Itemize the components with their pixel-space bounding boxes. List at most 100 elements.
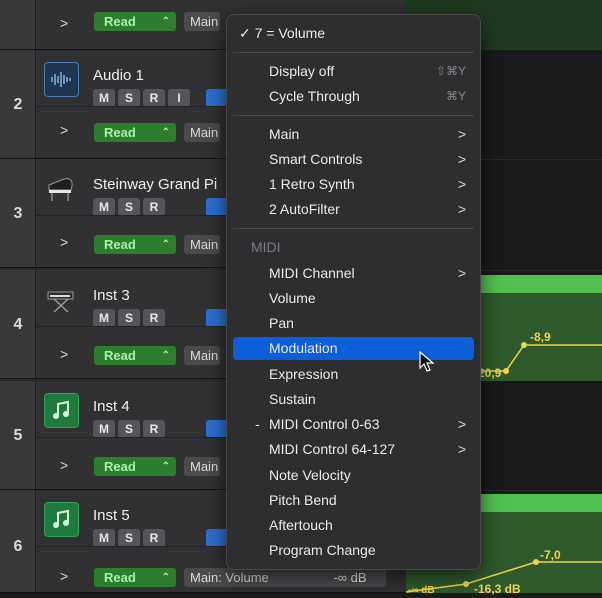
shortcut: ⇧⌘Y	[435, 64, 466, 78]
automation-parameter-menu: ✓ 7 = Volume Display off ⇧⌘Y Cycle Throug…	[226, 14, 481, 570]
chevron-updown-icon: ⌃	[161, 461, 170, 472]
chevron-right-icon: >	[457, 151, 466, 167]
track-number: 5	[0, 381, 36, 489]
menu-item-pitch-bend[interactable]: Pitch Bend	[233, 489, 474, 512]
automation-param-select[interactable]: Main	[184, 346, 220, 365]
menu-item-program-change[interactable]: Program Change	[233, 539, 474, 562]
record-button[interactable]: R	[143, 198, 165, 216]
chevron-right-icon: >	[457, 441, 466, 457]
menu-item-midi-channel[interactable]: MIDI Channel >	[233, 262, 474, 285]
menu-item-smart-controls[interactable]: Smart Controls >	[233, 148, 474, 171]
menu-item-sustain[interactable]: Sustain	[233, 388, 474, 411]
record-button[interactable]: R	[143, 89, 165, 107]
disclosure-arrow-icon[interactable]: >	[60, 15, 68, 31]
menu-item-cycle-through[interactable]: Cycle Through ⌘Y	[233, 85, 474, 108]
track-name[interactable]: Inst 3	[93, 287, 130, 304]
automation-param-select[interactable]: Main	[184, 235, 220, 254]
automation-param-select[interactable]: Main: Volume⌃	[184, 568, 332, 587]
chevron-updown-icon: ⌃	[161, 239, 170, 250]
automation-value-field[interactable]: -∞ dB	[314, 568, 386, 587]
chevron-right-icon: >	[457, 176, 466, 192]
automation-param-select[interactable]: Main	[184, 123, 220, 142]
automation-mode-select[interactable]: Read ⌃	[94, 235, 176, 254]
record-button[interactable]: R	[143, 420, 165, 438]
disclosure-arrow-icon[interactable]: >	[60, 346, 68, 362]
menu-item-retro-synth[interactable]: 1 Retro Synth >	[233, 173, 474, 196]
track-name[interactable]: Audio 1	[93, 67, 144, 84]
automation-mode-select[interactable]: Read ⌃	[94, 346, 176, 365]
synth-keyboard-icon	[44, 282, 77, 315]
automation-value-label: -8,9	[530, 330, 551, 344]
disclosure-arrow-icon[interactable]: >	[60, 234, 68, 250]
automation-mode-select[interactable]: Read ⌃	[94, 568, 176, 587]
track-name[interactable]: Inst 4	[93, 398, 130, 415]
automation-node[interactable]	[521, 342, 527, 348]
menu-item-current[interactable]: ✓ 7 = Volume	[233, 22, 474, 45]
music-note-icon	[44, 502, 79, 537]
shortcut: ⌘Y	[445, 89, 466, 103]
automation-param-select[interactable]: Main	[184, 12, 220, 31]
track-number: 6	[0, 490, 36, 592]
menu-item-main[interactable]: Main >	[233, 123, 474, 146]
menu-item-aftertouch[interactable]: Aftertouch	[233, 514, 474, 537]
track-name[interactable]: Inst 5	[93, 507, 130, 524]
automation-mode-select[interactable]: Read ⌃	[94, 457, 176, 476]
solo-button[interactable]: S	[118, 420, 140, 438]
menu-item-midi-control-0-63[interactable]: - MIDI Control 0-63 >	[233, 413, 474, 436]
automation-value-label: -∞ dB	[408, 585, 435, 596]
menu-item-modulation[interactable]: Modulation	[233, 337, 474, 360]
automation-mode-select[interactable]: Read ⌃	[94, 123, 176, 142]
chevron-right-icon: >	[457, 416, 466, 432]
menu-item-note-velocity[interactable]: Note Velocity	[233, 464, 474, 487]
mute-button[interactable]: M	[93, 198, 115, 216]
track-number: 3	[0, 159, 36, 267]
music-note-icon	[44, 393, 79, 428]
chevron-right-icon: >	[457, 126, 466, 142]
mute-button[interactable]: M	[93, 309, 115, 327]
track-buttons: MSR	[93, 198, 168, 216]
solo-button[interactable]: S	[118, 309, 140, 327]
automation-value-label: -16,3 dB	[474, 582, 521, 596]
menu-item-midi-control-64-127[interactable]: MIDI Control 64-127 >	[233, 438, 474, 461]
disclosure-arrow-icon[interactable]: >	[60, 122, 68, 138]
menu-section-header: MIDI	[251, 239, 281, 255]
record-button[interactable]: R	[143, 309, 165, 327]
automation-mode-select[interactable]: Read ⌃	[94, 12, 176, 31]
input-monitor-button[interactable]: I	[168, 89, 190, 107]
solo-button[interactable]: S	[118, 529, 140, 547]
mute-button[interactable]: M	[93, 89, 115, 107]
menu-item-pan[interactable]: Pan	[233, 312, 474, 335]
solo-button[interactable]: S	[118, 198, 140, 216]
track-number: 4	[0, 270, 36, 378]
chevron-updown-icon: ⌃	[161, 350, 170, 361]
automation-node[interactable]	[463, 581, 469, 587]
menu-item-autofilter[interactable]: 2 AutoFilter >	[233, 198, 474, 221]
menu-item-expression[interactable]: Expression	[233, 363, 474, 386]
chevron-right-icon: >	[457, 265, 466, 281]
mute-button[interactable]: M	[93, 420, 115, 438]
track-buttons: MSR	[93, 529, 168, 547]
disclosure-arrow-icon[interactable]: >	[60, 457, 68, 473]
menu-item-volume[interactable]: Volume	[233, 287, 474, 310]
chevron-updown-icon: ⌃	[161, 127, 170, 138]
disclosure-arrow-icon[interactable]: >	[60, 568, 68, 584]
menu-separator	[233, 115, 474, 116]
menu-separator	[233, 52, 474, 53]
mouse-pointer-icon	[419, 350, 435, 378]
automation-node[interactable]	[503, 368, 509, 374]
solo-button[interactable]: S	[118, 89, 140, 107]
record-button[interactable]: R	[143, 529, 165, 547]
automation-value-label: -7,0	[540, 548, 561, 562]
automation-node[interactable]	[533, 559, 539, 565]
menu-item-display-off[interactable]: Display off ⇧⌘Y	[233, 60, 474, 83]
mixed-state-dash: -	[255, 416, 260, 432]
chevron-right-icon: >	[457, 201, 466, 217]
track-name[interactable]: Steinway Grand Pi	[93, 176, 217, 193]
track-number: 2	[0, 50, 36, 158]
chevron-updown-icon: ⌃	[161, 572, 170, 583]
automation-value-label: 20,9	[478, 366, 502, 380]
mute-button[interactable]: M	[93, 529, 115, 547]
automation-param-select[interactable]: Main	[184, 457, 220, 476]
track-buttons: MSR	[93, 309, 168, 327]
chevron-updown-icon: ⌃	[161, 16, 170, 27]
